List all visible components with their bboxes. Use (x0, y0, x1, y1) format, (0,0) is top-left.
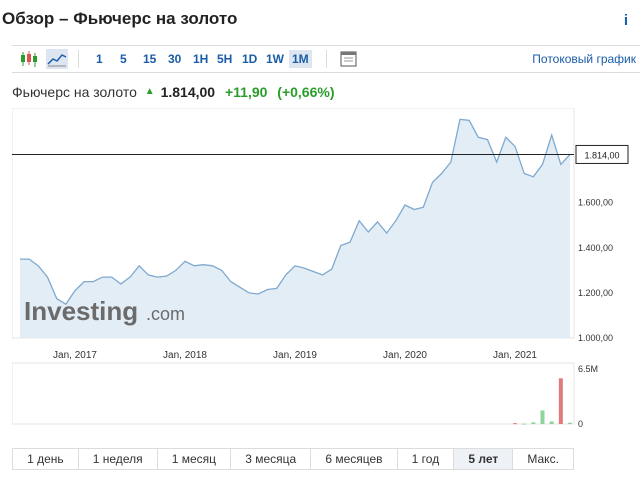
x-tick-label: Jan, 2017 (53, 350, 97, 361)
range-6-months[interactable]: 6 месяцев (311, 449, 398, 469)
price-change: +11,90 (224, 84, 268, 100)
x-tick-label: Jan, 2018 (163, 350, 207, 361)
x-tick-label: Jan, 2019 (273, 350, 317, 361)
timeframe-1[interactable]: 1 (96, 52, 103, 66)
timeframe-1w[interactable]: 1W (266, 52, 284, 66)
range-1-day[interactable]: 1 день (13, 449, 79, 469)
page-title: Обзор – Фьючерс на золото (2, 9, 238, 28)
investing-watermark: Investing (24, 296, 138, 326)
instrument-name: Фьючерс на золото (12, 84, 137, 100)
chart-canvas[interactable]: 1.814,00 1.000,00 1.200,00 1.400,00 1.600,00… (12, 108, 640, 428)
y-tick-label: 1.200,00 (578, 288, 613, 298)
range-5-years[interactable]: 5 лет (454, 449, 514, 469)
timeframe-30[interactable]: 30 (168, 52, 181, 66)
timeframe-5h[interactable]: 5H (217, 52, 232, 66)
range-1-year[interactable]: 1 год (398, 449, 455, 469)
range-1-week[interactable]: 1 неделя (79, 449, 158, 469)
price-chart[interactable]: 1.814,00 1.000,00 1.200,00 1.400,00 1.600,00… (12, 108, 640, 428)
volume-bar (522, 423, 527, 425)
info-icon[interactable]: i (624, 12, 628, 29)
quote-summary: Фьючерс на золото ▲ 1.814,00 +11,90 (+0,… (12, 84, 335, 100)
range-selector: 1 день 1 неделя 1 месяц 3 месяца 6 месяц… (12, 448, 574, 470)
range-max[interactable]: Макс. (513, 449, 573, 469)
timeframe-15[interactable]: 15 (143, 52, 156, 66)
volume-bar (568, 422, 572, 424)
last-price: 1.814,00 (160, 84, 216, 100)
volume-bar (540, 410, 545, 424)
window-icon[interactable] (338, 49, 360, 69)
volume-bar (531, 422, 536, 424)
timeframe-5[interactable]: 5 (120, 52, 127, 66)
volume-tick-label: 6.5M (578, 364, 598, 374)
volume-bar (558, 378, 563, 424)
volume-area (12, 362, 575, 425)
chart-toolbar: 1 5 15 30 1H 5H 1D 1W 1M Потоковый графи… (12, 45, 640, 73)
area-chart-icon[interactable] (46, 49, 68, 69)
stream-chart-link[interactable]: Потоковый график (532, 52, 636, 66)
volume-bar (549, 421, 554, 424)
price-change-percent: (+0,66%) (277, 84, 335, 100)
y-tick-label: 1.600,00 (578, 198, 613, 208)
x-tick-label: Jan, 2021 (493, 350, 537, 361)
timeframe-1h[interactable]: 1H (193, 52, 208, 66)
y-tick-label: 1.000,00 (578, 333, 613, 343)
current-price-label: 1.814,00 (584, 150, 619, 160)
range-3-months[interactable]: 3 месяца (231, 449, 312, 469)
toolbar-divider (78, 50, 79, 68)
range-1-month[interactable]: 1 месяц (158, 449, 232, 469)
volume-bar (513, 423, 517, 425)
candlestick-icon[interactable] (18, 49, 40, 69)
investing-watermark-suffix: .com (146, 304, 185, 324)
x-tick-label: Jan, 2020 (383, 350, 427, 361)
timeframe-1d[interactable]: 1D (242, 52, 257, 66)
y-tick-label: 1.400,00 (578, 243, 613, 253)
page-header: Обзор – Фьючерс на золото i (0, 0, 640, 40)
up-arrow-icon: ▲ (144, 86, 155, 97)
toolbar-divider (326, 50, 327, 68)
timeframe-1m[interactable]: 1M (289, 50, 312, 68)
volume-tick-label: 0 (578, 419, 583, 428)
